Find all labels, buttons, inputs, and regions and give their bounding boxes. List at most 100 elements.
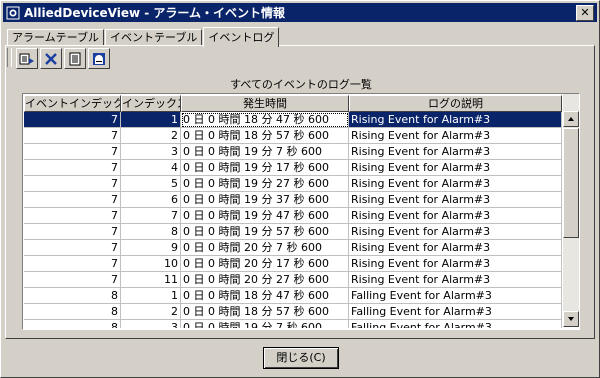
title-bar[interactable]: AlliedDeviceView - アラーム・イベント情報 ✕ — [3, 3, 597, 22]
cell-description: Rising Event for Alarm#3 — [349, 112, 562, 128]
cell-event-index: 8 — [24, 304, 121, 320]
tab-alarm-table[interactable]: アラームテーブル — [7, 29, 105, 46]
table-rows: 710 日 0 時間 18 分 47 秒 600 Rising Event for… — [24, 112, 562, 328]
cell-index: 3 — [121, 320, 181, 328]
cell-time: 0 日 0 時間 19 分 57 秒 600 — [181, 224, 349, 240]
scroll-up-icon — [568, 117, 574, 121]
scroll-thumb[interactable] — [563, 128, 579, 238]
print-icon — [93, 52, 105, 65]
cell-time: 0 日 0 時間 19 分 7 秒 600 — [181, 320, 349, 328]
table-row[interactable]: 780 日 0 時間 19 分 57 秒 600 Rising Event for… — [24, 224, 562, 240]
table-row[interactable]: 750 日 0 時間 19 分 27 秒 600 Rising Event for… — [24, 176, 562, 192]
cell-time: 0 日 0 時間 19 分 37 秒 600 — [181, 192, 349, 208]
window-close-button[interactable]: ✕ — [576, 4, 594, 21]
close-button[interactable]: 閉じる(C) — [263, 347, 339, 369]
cell-description: Falling Event for Alarm#3 — [349, 320, 562, 328]
export-icon — [19, 53, 34, 64]
table-row[interactable]: 830 日 0 時間 19 分 7 秒 600 Falling Event for… — [24, 320, 562, 328]
export-button[interactable] — [16, 48, 38, 69]
cell-event-index: 8 — [24, 288, 121, 304]
cell-event-index: 7 — [24, 112, 121, 128]
cell-description: Falling Event for Alarm#3 — [349, 304, 562, 320]
table-row[interactable]: 770 日 0 時間 19 分 47 秒 600 Rising Event for… — [24, 208, 562, 224]
cell-time: 0 日 0 時間 18 分 47 秒 600 — [181, 112, 349, 128]
table-body: イベントインデックス インデックス 発生時間 ログの説明 710 日 0 時間 … — [24, 95, 562, 328]
cell-event-index: 7 — [24, 176, 121, 192]
app-icon — [6, 6, 20, 19]
cell-index: 10 — [121, 256, 181, 272]
cell-index: 8 — [121, 224, 181, 240]
print-button[interactable] — [88, 48, 110, 69]
cell-index: 1 — [121, 288, 181, 304]
cell-description: Rising Event for Alarm#3 — [349, 192, 562, 208]
table-row[interactable]: 790 日 0 時間 20 分 7 秒 600 Rising Event for … — [24, 240, 562, 256]
window-title: AlliedDeviceView - アラーム・イベント情報 — [24, 6, 286, 20]
toolbar — [7, 48, 110, 69]
cell-time: 0 日 0 時間 20 分 7 秒 600 — [181, 240, 349, 256]
scroll-down-button[interactable] — [563, 311, 579, 327]
list-button[interactable] — [64, 48, 86, 69]
cell-description: Falling Event for Alarm#3 — [349, 288, 562, 304]
cell-description: Rising Event for Alarm#3 — [349, 240, 562, 256]
cell-time: 0 日 0 時間 20 分 17 秒 600 — [181, 256, 349, 272]
cell-time: 0 日 0 時間 18 分 57 秒 600 — [181, 304, 349, 320]
cell-index: 4 — [121, 160, 181, 176]
cell-event-index: 7 — [24, 208, 121, 224]
table-row[interactable]: 810 日 0 時間 18 分 47 秒 600 Falling Event fo… — [24, 288, 562, 304]
cell-time: 0 日 0 時間 19 分 27 秒 600 — [181, 176, 349, 192]
cell-description: Rising Event for Alarm#3 — [349, 272, 562, 288]
scroll-down-icon — [568, 317, 574, 321]
main-window: AlliedDeviceView - アラーム・イベント情報 ✕ アラームテーブ… — [0, 0, 600, 378]
table-row[interactable]: 820 日 0 時間 18 分 57 秒 600 Falling Event fo… — [24, 304, 562, 320]
cell-event-index: 7 — [24, 224, 121, 240]
cell-time: 0 日 0 時間 19 分 47 秒 600 — [181, 208, 349, 224]
column-header-index[interactable]: インデックス — [121, 95, 181, 112]
cell-index: 1 — [121, 112, 181, 128]
vertical-scrollbar[interactable] — [563, 94, 579, 327]
cell-index: 11 — [121, 272, 181, 288]
delete-button[interactable] — [40, 48, 62, 69]
column-header-event-index[interactable]: イベントインデックス — [24, 95, 121, 112]
cell-description: Rising Event for Alarm#3 — [349, 208, 562, 224]
table-row[interactable]: 7 10 0 日 0 時間 20 分 17 秒 600 Rising Event fo… — [24, 256, 562, 272]
cell-description: Rising Event for Alarm#3 — [349, 176, 562, 192]
table-row[interactable]: 760 日 0 時間 19 分 37 秒 600 Rising Event for… — [24, 192, 562, 208]
column-header-time[interactable]: 発生時間 — [181, 95, 349, 112]
cell-index: 9 — [121, 240, 181, 256]
cell-index: 5 — [121, 176, 181, 192]
cell-index: 2 — [121, 304, 181, 320]
table-row[interactable]: 720 日 0 時間 18 分 57 秒 600 Rising Event for… — [24, 128, 562, 144]
table-row[interactable]: 740 日 0 時間 19 分 17 秒 600 Rising Event for… — [24, 160, 562, 176]
cell-description: Rising Event for Alarm#3 — [349, 256, 562, 272]
cell-time: 0 日 0 時間 18 分 47 秒 600 — [181, 288, 349, 304]
cell-event-index: 7 — [24, 256, 121, 272]
cell-time: 0 日 0 時間 19 分 7 秒 600 — [181, 144, 349, 160]
cell-description: Rising Event for Alarm#3 — [349, 144, 562, 160]
delete-icon — [45, 52, 57, 65]
event-log-table[interactable]: イベントインデックス インデックス 発生時間 ログの説明 710 日 0 時間 … — [22, 93, 580, 330]
cell-event-index: 7 — [24, 128, 121, 144]
cell-event-index: 8 — [24, 320, 121, 328]
cell-event-index: 7 — [24, 160, 121, 176]
table-row[interactable]: 7 11 0 日 0 時間 20 分 27 秒 600 Rising Event fo… — [24, 272, 562, 288]
column-header-description[interactable]: ログの説明 — [349, 95, 562, 112]
cell-event-index: 7 — [24, 144, 121, 160]
cell-event-index: 7 — [24, 192, 121, 208]
cell-time: 0 日 0 時間 20 分 27 秒 600 — [181, 272, 349, 288]
cell-description: Rising Event for Alarm#3 — [349, 160, 562, 176]
cell-index: 2 — [121, 128, 181, 144]
scroll-up-button[interactable] — [563, 111, 579, 127]
cell-index: 7 — [121, 208, 181, 224]
list-icon — [69, 52, 81, 65]
table-caption: すべてのイベントのログ一覧 — [230, 78, 372, 91]
cell-event-index: 7 — [24, 272, 121, 288]
tab-event-log[interactable]: イベントログ — [203, 27, 280, 47]
cell-description: Rising Event for Alarm#3 — [349, 224, 562, 240]
table-header: イベントインデックス インデックス 発生時間 ログの説明 — [24, 95, 562, 112]
toolbar-separator — [7, 48, 12, 67]
table-row[interactable]: 710 日 0 時間 18 分 47 秒 600 Rising Event for… — [24, 112, 562, 128]
table-row[interactable]: 730 日 0 時間 19 分 7 秒 600 Rising Event for … — [24, 144, 562, 160]
cell-index: 3 — [121, 144, 181, 160]
tab-event-table[interactable]: イベントテーブル — [105, 29, 203, 46]
cell-description: Rising Event for Alarm#3 — [349, 128, 562, 144]
